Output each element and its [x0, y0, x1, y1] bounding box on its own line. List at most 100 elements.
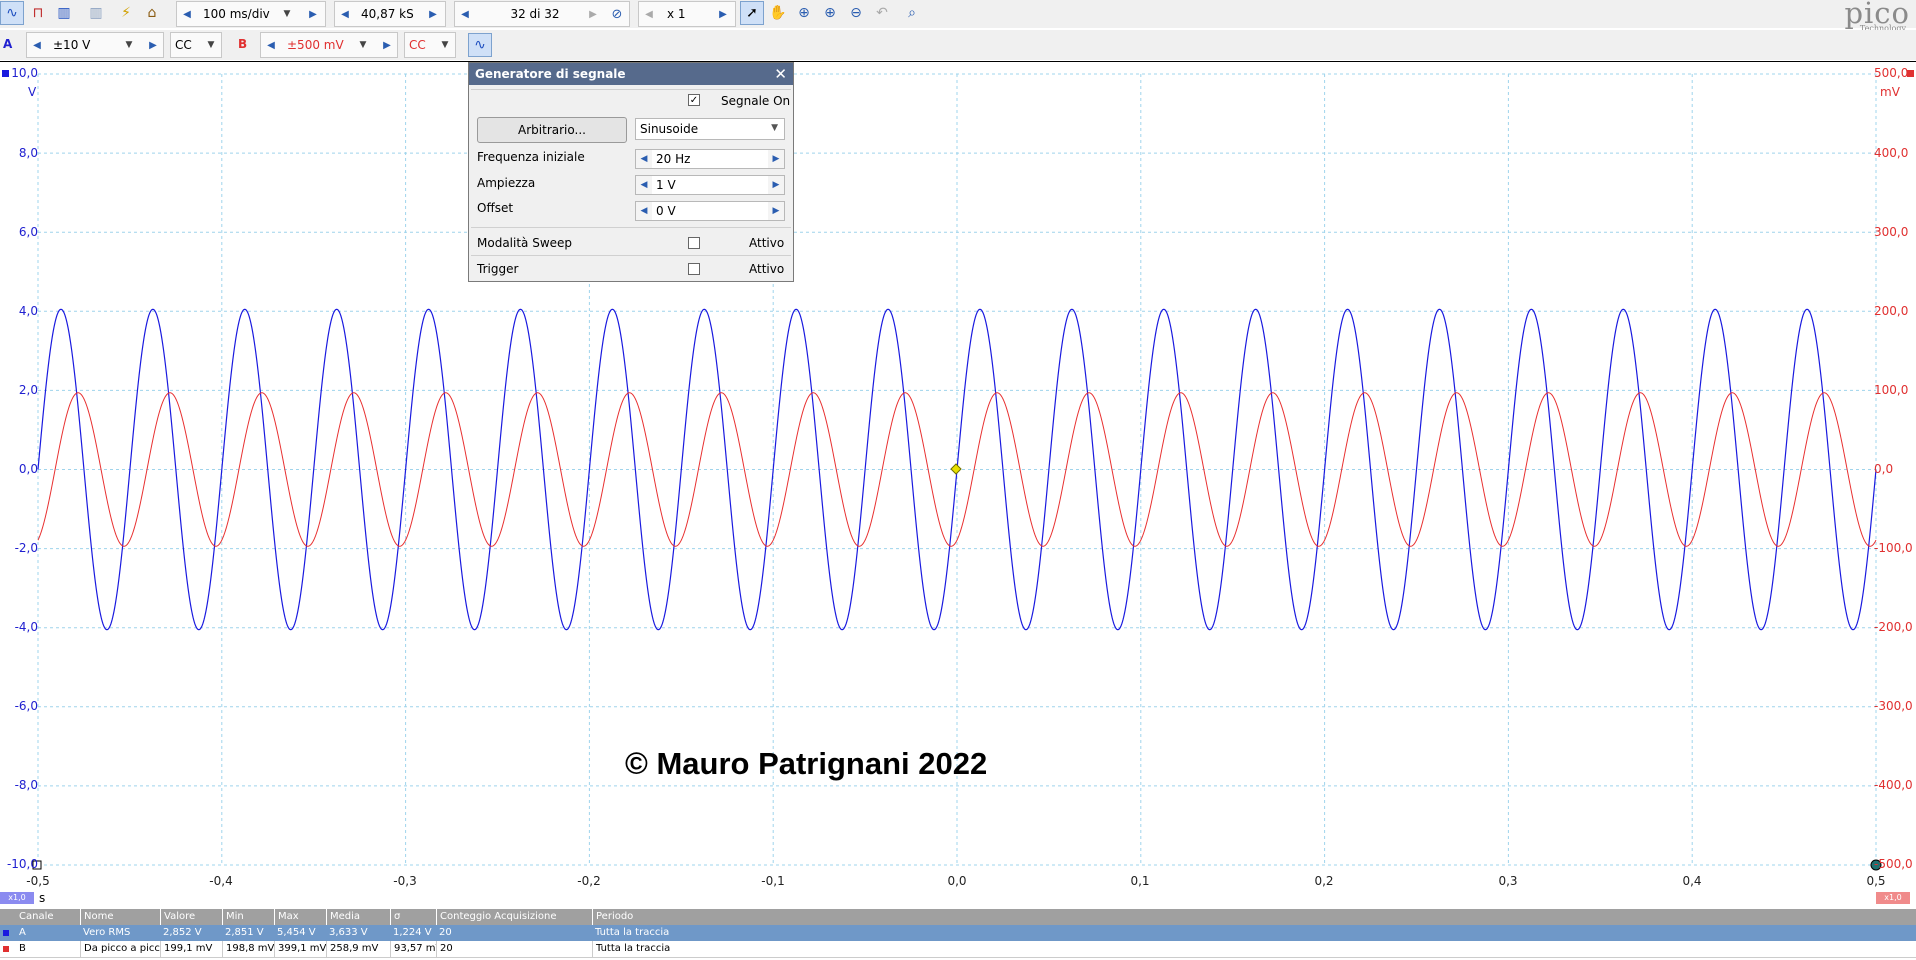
x-tick-label: -0,2	[577, 874, 601, 888]
dialog-separator	[471, 89, 791, 90]
amplitude-label: Ampiezza	[477, 176, 536, 190]
cell: 20	[436, 941, 592, 957]
right-tick-label: 200,0	[1874, 304, 1909, 318]
amplitude-value[interactable]: 1 V	[656, 176, 676, 194]
cell: 5,454 V	[277, 927, 316, 938]
dialog-separator	[471, 255, 791, 256]
freq-label: Frequenza iniziale	[477, 150, 585, 164]
header-cell[interactable]: Periodo	[592, 909, 1916, 925]
trigger-state: Attivo	[749, 262, 785, 276]
left-tick-label: 4,0	[18, 304, 38, 318]
cell: 2,851 V	[225, 927, 264, 938]
cell: Tutta la traccia	[592, 941, 892, 957]
waveform-dropdown-icon[interactable]: ▼	[771, 123, 778, 133]
waveform-select[interactable]: Sinusoide ▼	[635, 118, 785, 140]
cell: 199,1 mV	[160, 941, 222, 957]
freq-decrement-icon[interactable]: ◀	[636, 150, 652, 168]
cell: A	[19, 927, 26, 938]
header-cell[interactable]: Min	[222, 909, 274, 925]
cell: 258,9 mV	[326, 941, 390, 957]
left-tick-label: -2,0	[14, 541, 38, 555]
x-tick-label: 0,0	[947, 874, 967, 888]
left-tick-label: -6,0	[14, 699, 38, 713]
x-tick-label: 0,5	[1866, 874, 1886, 888]
cell: 399,1 mV	[274, 941, 326, 957]
waveform-value: Sinusoide	[640, 122, 699, 136]
amplitude-increment-icon[interactable]: ▶	[768, 176, 784, 194]
trigger-marker-icon[interactable]	[950, 463, 962, 475]
right-tick-label: 100,0	[1874, 383, 1909, 397]
amplitude-decrement-icon[interactable]: ◀	[636, 176, 652, 194]
copyright-watermark: © Mauro Patrignani 2022	[625, 746, 988, 781]
right-zoom-badge[interactable]: x1,0	[1876, 892, 1910, 904]
signal-on-label: Segnale On	[721, 94, 791, 108]
right-tick-label: 0,0	[1874, 462, 1894, 476]
header-cell[interactable]: Valore	[160, 909, 222, 925]
header-cell[interactable]: Max	[274, 909, 326, 925]
offset-decrement-icon[interactable]: ◀	[636, 202, 652, 220]
close-icon[interactable]: ✕	[774, 65, 787, 83]
freq-increment-icon[interactable]: ▶	[768, 150, 784, 168]
left-axis-unit: V	[28, 85, 37, 99]
right-tick-label: 300,0	[1874, 225, 1909, 239]
freq-spinner[interactable]: ◀ 20 Hz ▶	[635, 149, 785, 169]
header-cell[interactable]: Canale	[16, 909, 78, 925]
offset-increment-icon[interactable]: ▶	[768, 202, 784, 220]
header-cell[interactable]: Conteggio Acquisizione	[436, 909, 592, 925]
offset-value[interactable]: 0 V	[656, 202, 676, 220]
right-tick-label: 500,0	[1874, 66, 1909, 80]
left-tick-label: -4,0	[14, 620, 38, 634]
header-cell[interactable]: Nome	[80, 909, 160, 925]
left-tick-label: -10,0	[6, 857, 38, 871]
table-row[interactable]: A Vero RMS 2,852 V 2,851 V 5,454 V 3,633…	[0, 925, 1916, 941]
x-tick-label: -0,4	[209, 874, 233, 888]
arbitrary-button[interactable]: Arbitrario...	[477, 117, 627, 143]
left-tick-label: 10,0	[11, 66, 38, 80]
right-tick-label: -400,0	[1874, 778, 1913, 792]
x-axis-unit: s	[39, 891, 46, 905]
dialog-titlebar[interactable]: Generatore di segnale ✕	[469, 63, 793, 85]
right-tick-label: -200,0	[1874, 620, 1913, 634]
x-tick-label: 0,1	[1130, 874, 1150, 888]
x-tick-label: 0,3	[1498, 874, 1518, 888]
cell: B	[19, 943, 26, 954]
trigger-checkbox[interactable]	[688, 263, 700, 275]
freq-value[interactable]: 20 Hz	[656, 150, 690, 168]
left-tick-label: 6,0	[18, 225, 38, 239]
cell: Tutta la traccia	[595, 927, 670, 938]
row-color-icon	[3, 946, 9, 952]
left-tick-label: 0,0	[18, 462, 38, 476]
header-cell[interactable]: σ	[390, 909, 436, 925]
cell: 20	[439, 927, 452, 938]
right-axis-unit: mV	[1880, 85, 1900, 99]
x-tick-label: 0,4	[1682, 874, 1702, 888]
cell: 93,57 mV	[390, 941, 436, 957]
table-header: Canale Nome Valore Min Max Media σ Conte…	[0, 909, 1916, 925]
sweep-checkbox[interactable]	[688, 237, 700, 249]
signal-on-checkbox[interactable]: ✓	[688, 94, 700, 106]
cell: Da picco a picco	[80, 941, 160, 957]
right-tick-label: -100,0	[1874, 541, 1913, 555]
amplitude-spinner[interactable]: ◀ 1 V ▶	[635, 175, 785, 195]
dialog-separator	[471, 227, 791, 228]
left-tick-label: -8,0	[14, 778, 38, 792]
x-tick-label: 0,2	[1314, 874, 1334, 888]
table-row[interactable]: B Da picco a picco 199,1 mV 198,8 mV 399…	[0, 941, 1916, 958]
cell: 198,8 mV	[222, 941, 274, 957]
x-tick-label: -0,5	[26, 874, 50, 888]
right-tick-label: -500,0	[1874, 857, 1913, 871]
left-tick-label: 8,0	[18, 146, 38, 160]
cell: 1,224 V	[393, 927, 432, 938]
left-tick-label: 2,0	[18, 383, 38, 397]
signal-generator-dialog: Generatore di segnale ✕ ✓ Segnale On Arb…	[468, 62, 794, 282]
x-tick-label: -0,3	[393, 874, 417, 888]
cell: 2,852 V	[163, 927, 202, 938]
sweep-label: Modalità Sweep	[477, 236, 573, 250]
row-color-icon	[3, 930, 9, 936]
right-tick-label: -300,0	[1874, 699, 1913, 713]
left-zoom-badge[interactable]: x1,0	[0, 892, 34, 904]
cell: 3,633 V	[329, 927, 368, 938]
sweep-state: Attivo	[749, 236, 785, 250]
offset-spinner[interactable]: ◀ 0 V ▶	[635, 201, 785, 221]
header-cell[interactable]: Media	[326, 909, 390, 925]
